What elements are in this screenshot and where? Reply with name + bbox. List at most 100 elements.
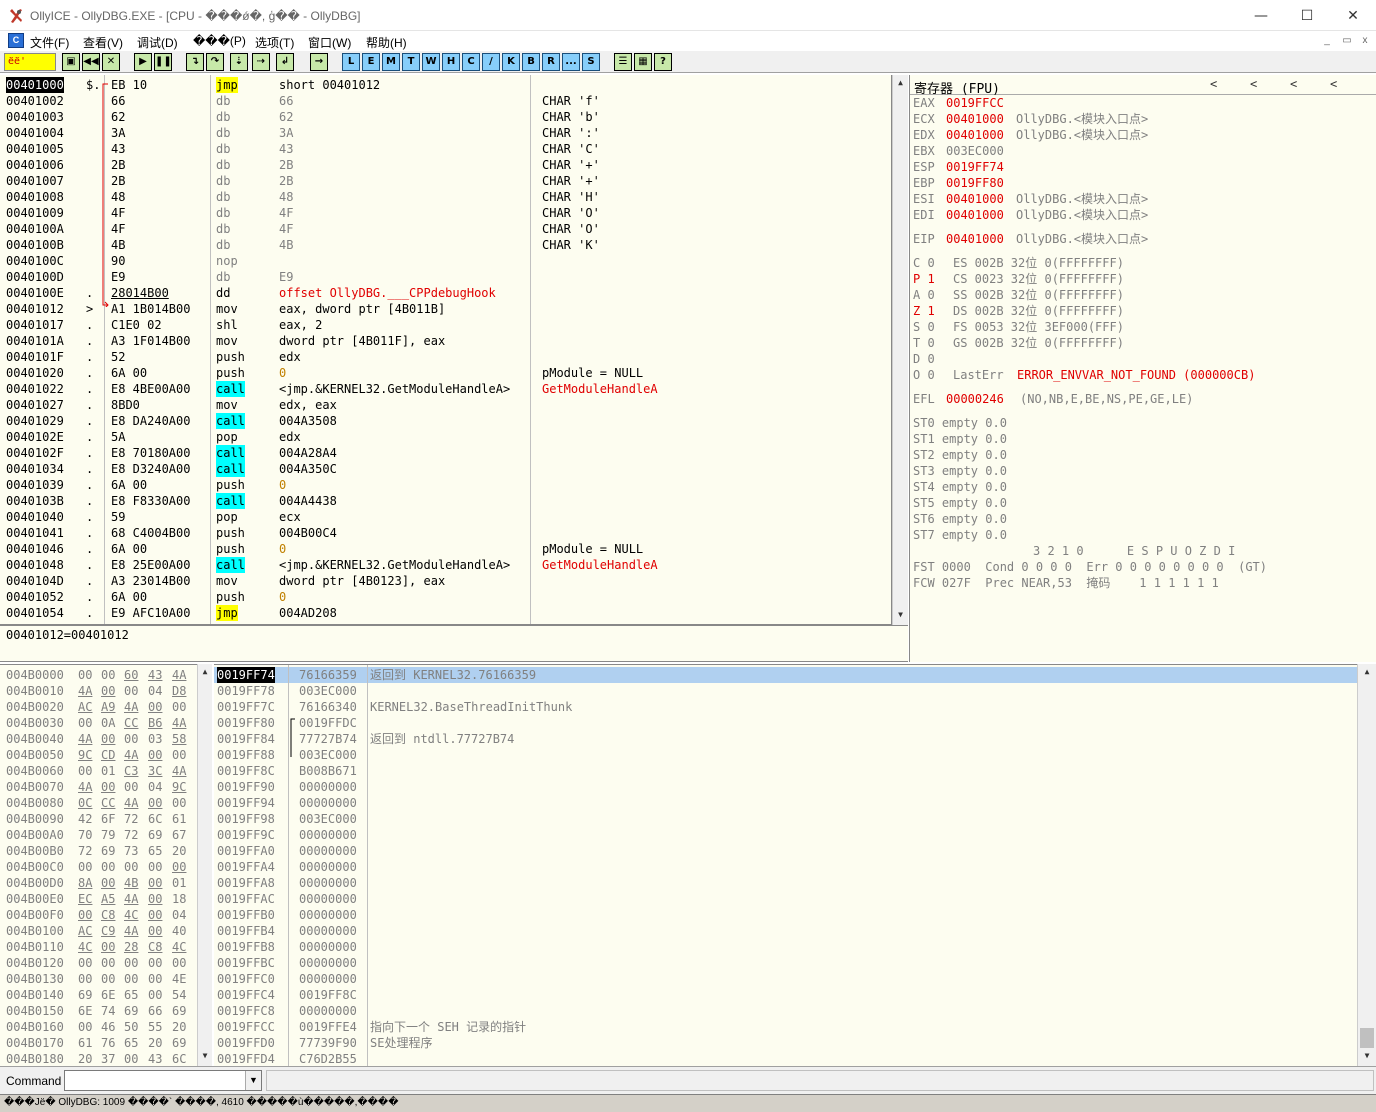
dump-row[interactable]: 004B00C0 00 00 00 00 00	[0, 859, 197, 875]
disassembly-row[interactable]: 00401022. E8 4BE00A00 call <jmp.&KERNEL32.G…	[0, 381, 891, 397]
fpu-row[interactable]: ST4 empty 0.0	[910, 479, 1376, 495]
stack-row[interactable]: 0019FF80 0019FFDC	[214, 715, 1358, 731]
disassembly-row[interactable]: 00401020. 6A 00 push 0 pModule = NULL	[0, 365, 891, 381]
dump-row[interactable]: 004B0020 AC A9 4A 00 00	[0, 699, 197, 715]
call-stack-window-icon[interactable]: K	[502, 53, 520, 71]
stack-row[interactable]: 0019FF98 003EC000	[214, 811, 1358, 827]
menu-debug[interactable]: 调试(D)	[137, 34, 178, 51]
flag-row[interactable]: P 1 CS 0023 32位 0(FFFFFFFF)	[910, 271, 1376, 287]
fst-row[interactable]: FST 0000 Cond 0 0 0 0 Err 0 0 0 0 0 0 0 …	[910, 559, 1376, 575]
memory-window-icon[interactable]: M	[382, 53, 400, 71]
stack-row[interactable]: 0019FFCC 0019FFE4 指向下一个 SEH 记录的指针	[214, 1019, 1358, 1035]
step-over-icon[interactable]: ↷	[206, 53, 224, 71]
disassembly-row[interactable]: 00401009 4F db 4F CHAR 'O'	[0, 205, 891, 221]
dump-row[interactable]: 004B0160 00 46 50 55 20	[0, 1019, 197, 1035]
stack-row[interactable]: 0019FF9C 00000000	[214, 827, 1358, 843]
flag-row[interactable]: A 0 SS 002B 32位 0(FFFFFFFF)	[910, 287, 1376, 303]
stack-row[interactable]: 0019FFA4 00000000	[214, 859, 1358, 875]
references-window-icon[interactable]: R	[542, 53, 560, 71]
flag-row[interactable]: S 0 FS 0053 32位 3EF000(FFF)	[910, 319, 1376, 335]
stack-row[interactable]: 0019FF8C B008B671	[214, 763, 1358, 779]
register-row[interactable]: EIP 00401000 OllyDBG.<模块入口点>	[910, 231, 1376, 247]
close-button[interactable]: ✕	[1330, 0, 1376, 31]
registers-pane[interactable]: 寄存器 (FPU) < < < < EAX 0019FFCC ECX 00401000…	[909, 75, 1376, 662]
register-row[interactable]: ESP 0019FF74	[910, 159, 1376, 175]
disassembly-row[interactable]: 00401005 43 db 43 CHAR 'C'	[0, 141, 891, 157]
dump-row[interactable]: 004B0030 00 0A CC B6 4A	[0, 715, 197, 731]
disassembly-row[interactable]: 00401041. 68 C4004B00 push 004B00C4	[0, 525, 891, 541]
disassembly-row[interactable]: 00401004 3A db 3A CHAR ':'	[0, 125, 891, 141]
disassembly-row[interactable]: 0040100D E9 db E9	[0, 269, 891, 285]
mdi-restore-button[interactable]: ▭	[1338, 33, 1356, 49]
nav-left-icon[interactable]: <	[1290, 77, 1297, 91]
stack-row[interactable]: 0019FFA8 00000000	[214, 875, 1358, 891]
disassembly-row[interactable]: 00401002 66 db 66 CHAR 'f'	[0, 93, 891, 109]
run-icon[interactable]: ▶	[134, 53, 152, 71]
lasterr-row[interactable]: O 0 LastErr ERROR_ENVVAR_NOT_FOUND (000000…	[910, 367, 1376, 383]
disassembly-row[interactable]: 00401003 62 db 62 CHAR 'b'	[0, 109, 891, 125]
nav-left-icon[interactable]: <	[1210, 77, 1217, 91]
flag-row[interactable]: C 0 ES 002B 32位 0(FFFFFFFF)	[910, 255, 1376, 271]
log-window-icon[interactable]: L	[342, 53, 360, 71]
dump-row[interactable]: 004B0140 69 6E 65 00 54	[0, 987, 197, 1003]
dump-row[interactable]: 004B0050 9C CD 4A 00 00	[0, 747, 197, 763]
disassembly-row[interactable]: 00401039. 6A 00 push 0	[0, 477, 891, 493]
step-into-icon[interactable]: ↴	[186, 53, 204, 71]
stack-row[interactable]: 0019FF74 76166359 返回到 KERNEL32.76166359	[214, 667, 1358, 683]
handles-window-icon[interactable]: H	[442, 53, 460, 71]
disassembly-row[interactable]: 00401000 $. EB 10 jmp short 00401012	[0, 77, 891, 93]
memory-dump-pane[interactable]: 004B0000 00 00 60 43 4A 004B0010 4A 00 00 04 D8 004B…	[0, 664, 212, 1066]
disassembly-row[interactable]: 00401017. C1E0 02 shl eax, 2	[0, 317, 891, 333]
fpu-row[interactable]: ST6 empty 0.0	[910, 511, 1376, 527]
disassembly-row[interactable]: 0040101A. A3 1F014B00 mov dword ptr [4B011F…	[0, 333, 891, 349]
menu-options[interactable]: 选项(T)	[255, 34, 294, 51]
close-program-icon[interactable]: ✕	[102, 53, 120, 71]
scroll-down-icon[interactable]: ▼	[198, 1048, 212, 1064]
stack-row[interactable]: 0019FFBC 00000000	[214, 955, 1358, 971]
menu-file[interactable]: 文件(F)	[30, 34, 69, 51]
disassembly-row[interactable]: 00401048. E8 25E00A00 call <jmp.&KERNEL32.G…	[0, 557, 891, 573]
disassembly-row[interactable]: 00401027. 8BD0 mov edx, eax	[0, 397, 891, 413]
stack-row[interactable]: 0019FFB0 00000000	[214, 907, 1358, 923]
fpu-row[interactable]: ST5 empty 0.0	[910, 495, 1376, 511]
stack-row[interactable]: 0019FF94 00000000	[214, 795, 1358, 811]
disassembly-row[interactable]: 0040103B. E8 F8330A00 call 004A4438	[0, 493, 891, 509]
disassembly-row[interactable]: 00401029. E8 DA240A00 call 004A3508	[0, 413, 891, 429]
stack-pane[interactable]: 0019FF74 76166359 返回到 KERNEL32.76166359 001…	[214, 664, 1358, 1066]
stack-row[interactable]: 0019FFC8 00000000	[214, 1003, 1358, 1019]
register-row[interactable]: ECX 00401000 OllyDBG.<模块入口点>	[910, 111, 1376, 127]
stack-row[interactable]: 0019FF90 00000000	[214, 779, 1358, 795]
run-trace-window-icon[interactable]: ...	[562, 53, 580, 71]
execute-till-return-icon[interactable]: ↲	[276, 53, 294, 71]
mdi-close-button[interactable]: x	[1356, 33, 1374, 49]
fpu-row[interactable]: ST3 empty 0.0	[910, 463, 1376, 479]
stack-row[interactable]: 0019FFB4 00000000	[214, 923, 1358, 939]
source-window-icon[interactable]: S	[582, 53, 600, 71]
ollydbg-app-icon[interactable]	[8, 8, 24, 24]
disassembly-row[interactable]: 00401006 2B db 2B CHAR '+'	[0, 157, 891, 173]
disassembly-row[interactable]: 0040100E. 28014B00 dd offset OllyDBG.___CPP…	[0, 285, 891, 301]
flag-row[interactable]: Z 1 DS 002B 32位 0(FFFFFFFF)	[910, 303, 1376, 319]
disassembly-row[interactable]: 0040100A 4F db 4F CHAR 'O'	[0, 221, 891, 237]
dump-row[interactable]: 004B00B0 72 69 73 65 20	[0, 843, 197, 859]
register-row[interactable]: EDI 00401000 OllyDBG.<模块入口点>	[910, 207, 1376, 223]
flag-row[interactable]: D 0	[910, 351, 1376, 367]
dump-row[interactable]: 004B0100 AC C9 4A 00 40	[0, 923, 197, 939]
appearance-icon[interactable]: ▦	[634, 53, 652, 71]
fpu-header-row[interactable]: 3 2 1 0 E S P U O Z D I	[910, 543, 1376, 559]
fpu-row[interactable]: ST1 empty 0.0	[910, 431, 1376, 447]
patches-window-icon[interactable]: /	[482, 53, 500, 71]
menu-window[interactable]: 窗口(W)	[308, 34, 351, 51]
options-icon[interactable]: ☰	[614, 53, 632, 71]
mdi-minimize-button[interactable]: _	[1318, 33, 1336, 49]
disassembly-row[interactable]: 0040104D. A3 23014B00 mov dword ptr [4B0123…	[0, 573, 891, 589]
chevron-down-icon[interactable]: ▼	[245, 1071, 261, 1090]
fpu-row[interactable]: ST0 empty 0.0	[910, 415, 1376, 431]
stack-row[interactable]: 0019FFD0 77739F90 SE处理程序	[214, 1035, 1358, 1051]
open-icon[interactable]: ▣	[62, 53, 80, 71]
breakpoints-window-icon[interactable]: B	[522, 53, 540, 71]
scroll-down-icon[interactable]: ▼	[1358, 1048, 1376, 1064]
disassembly-row[interactable]: 00401040. 59 pop ecx	[0, 509, 891, 525]
dump-row[interactable]: 004B0170 61 76 65 20 69	[0, 1035, 197, 1051]
scroll-up-icon[interactable]: ▲	[893, 75, 908, 91]
